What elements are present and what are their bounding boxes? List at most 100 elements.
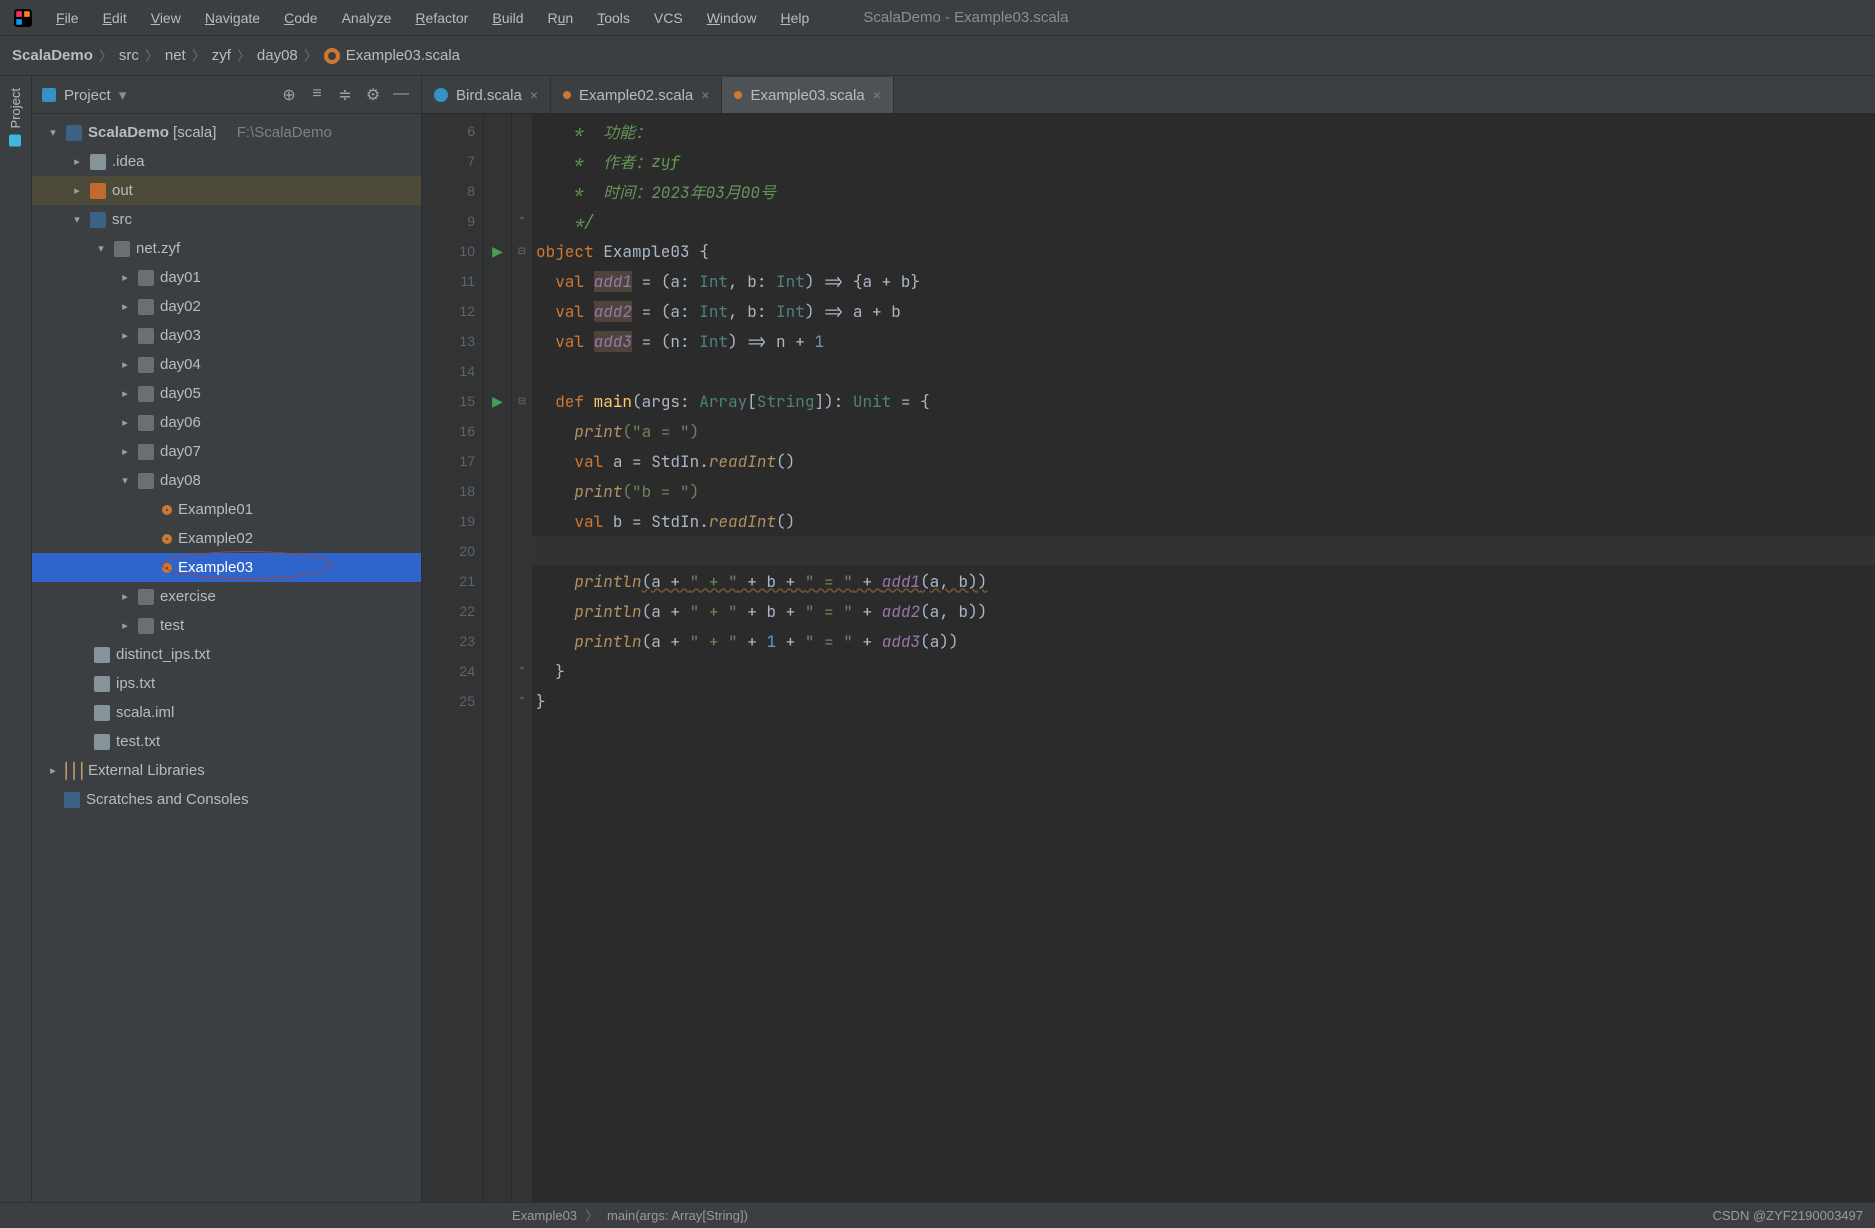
tree-file-iml[interactable]: scala.iml <box>32 698 421 727</box>
menu-view[interactable]: View <box>141 6 191 30</box>
project-view-selector[interactable]: Project ▾ <box>64 86 126 104</box>
libraries-icon: ⎮⎮⎮ <box>66 763 82 779</box>
iml-file-icon <box>94 705 110 721</box>
chevron-icon: 〉 <box>99 46 113 66</box>
tree-day06[interactable]: ▸day06 <box>32 408 421 437</box>
menu-window[interactable]: Window <box>697 6 767 30</box>
breadcrumb-file[interactable]: Example03.scala <box>346 47 460 64</box>
expand-all-icon[interactable]: ≡ <box>307 85 327 105</box>
menu-run[interactable]: Run <box>537 6 583 30</box>
package-icon <box>138 328 154 344</box>
chevron-icon: 〉 <box>145 46 159 66</box>
project-view-icon <box>42 88 56 102</box>
tree-example03[interactable]: Example03 <box>32 553 421 582</box>
menu-refactor[interactable]: Refactor <box>405 6 478 30</box>
package-icon <box>138 473 154 489</box>
project-icon <box>10 134 22 146</box>
locate-icon[interactable]: ⊕ <box>279 85 299 105</box>
menu-edit[interactable]: Edit <box>93 6 137 30</box>
tree-example02[interactable]: Example02 <box>32 524 421 553</box>
app-icon <box>14 9 32 27</box>
tab-example03[interactable]: Example03.scala× <box>722 77 893 113</box>
package-icon <box>114 241 130 257</box>
package-icon <box>138 415 154 431</box>
text-file-icon <box>94 647 110 663</box>
collapse-all-icon[interactable]: ≑ <box>335 85 355 105</box>
window-title: ScalaDemo - Example03.scala <box>863 9 1068 26</box>
scala-object-icon <box>162 505 172 515</box>
fold-end-icon[interactable]: ⌃ <box>512 686 532 716</box>
scala-object-icon <box>734 91 742 99</box>
text-file-icon <box>94 734 110 750</box>
folder-icon <box>90 154 106 170</box>
tree-out[interactable]: ▸out <box>32 176 421 205</box>
tree-day08[interactable]: ▾day08 <box>32 466 421 495</box>
hide-icon[interactable]: — <box>391 85 411 105</box>
folder-icon <box>90 183 106 199</box>
breadcrumb-project[interactable]: ScalaDemo <box>12 47 93 64</box>
tree-file-test[interactable]: test.txt <box>32 727 421 756</box>
status-bar: Example03 〉 main(args: Array[String]) CS… <box>0 1202 1875 1228</box>
scala-class-icon <box>434 88 448 102</box>
tree-day05[interactable]: ▸day05 <box>32 379 421 408</box>
nav-structure-1[interactable]: Example03 <box>512 1208 577 1223</box>
fold-end-icon[interactable]: ⌃ <box>512 656 532 686</box>
menu-bar: File Edit View Navigate Code Analyze Ref… <box>0 0 1875 36</box>
tree-day01[interactable]: ▸day01 <box>32 263 421 292</box>
tree-idea[interactable]: ▸.idea <box>32 147 421 176</box>
breadcrumb-day08[interactable]: day08 <box>257 47 298 64</box>
editor-tabs: Bird.scala× Example02.scala× Example03.s… <box>422 76 1875 114</box>
package-icon <box>138 589 154 605</box>
chevron-icon: 〉 <box>192 46 206 66</box>
text-file-icon <box>94 676 110 692</box>
line-numbers: 678910111213141516171819202122232425 <box>422 114 484 1202</box>
menu-help[interactable]: Help <box>771 6 820 30</box>
close-icon[interactable]: × <box>530 87 538 103</box>
tree-example01[interactable]: Example01 <box>32 495 421 524</box>
run-gutter: ▶ ▶ <box>484 114 512 1202</box>
tree-exercise[interactable]: ▸exercise <box>32 582 421 611</box>
toolwindow-tabs: Project <box>0 76 32 1202</box>
package-icon <box>138 357 154 373</box>
tree-day02[interactable]: ▸day02 <box>32 292 421 321</box>
menu-build[interactable]: Build <box>482 6 533 30</box>
tree-test[interactable]: ▸test <box>32 611 421 640</box>
module-icon <box>66 125 82 141</box>
breadcrumb-src[interactable]: src <box>119 47 139 64</box>
fold-open-icon[interactable]: ⊟ <box>512 386 532 416</box>
tree-day03[interactable]: ▸day03 <box>32 321 421 350</box>
close-icon[interactable]: × <box>701 87 709 103</box>
menu-navigate[interactable]: Navigate <box>195 6 270 30</box>
package-icon <box>138 386 154 402</box>
fold-end-icon[interactable]: ⌃ <box>512 206 532 236</box>
menu-vcs[interactable]: VCS <box>644 6 693 30</box>
settings-icon[interactable]: ⚙ <box>363 85 383 105</box>
menu-code[interactable]: Code <box>274 6 327 30</box>
tree-src[interactable]: ▾src <box>32 205 421 234</box>
src-folder-icon <box>90 212 106 228</box>
tree-file-ips[interactable]: ips.txt <box>32 669 421 698</box>
tree-day04[interactable]: ▸day04 <box>32 350 421 379</box>
menu-file[interactable]: File <box>46 6 89 30</box>
tree-file-distinct[interactable]: distinct_ips.txt <box>32 640 421 669</box>
tree-scratches[interactable]: Scratches and Consoles <box>32 785 421 814</box>
tree-root[interactable]: ▾ScalaDemo [scala] F:\ScalaDemo <box>32 118 421 147</box>
tab-bird[interactable]: Bird.scala× <box>422 77 551 113</box>
menu-tools[interactable]: Tools <box>587 6 640 30</box>
fold-open-icon[interactable]: ⊟ <box>512 236 532 266</box>
run-icon[interactable]: ▶ <box>492 243 503 260</box>
tab-example02[interactable]: Example02.scala× <box>551 77 722 113</box>
run-icon[interactable]: ▶ <box>492 393 503 410</box>
close-icon[interactable]: × <box>873 87 881 103</box>
menu-analyze[interactable]: Analyze <box>332 6 402 30</box>
tree-pkg[interactable]: ▾net.zyf <box>32 234 421 263</box>
tree-day07[interactable]: ▸day07 <box>32 437 421 466</box>
project-tab[interactable]: Project <box>8 82 23 152</box>
tree-external-libs[interactable]: ▸⎮⎮⎮External Libraries <box>32 756 421 785</box>
project-tree[interactable]: ▾ScalaDemo [scala] F:\ScalaDemo ▸.idea ▸… <box>32 114 421 1202</box>
breadcrumb-zyf[interactable]: zyf <box>212 47 231 64</box>
nav-structure-2[interactable]: main(args: Array[String]) <box>607 1208 748 1223</box>
fold-gutter: ⌃ ⊟ ⊟ ⌃ ⌃ <box>512 114 532 1202</box>
breadcrumb-net[interactable]: net <box>165 47 186 64</box>
code-editor[interactable]: * 功能： * 作者：zyf * 时间：2023年03月00号 */ objec… <box>532 114 1875 1202</box>
